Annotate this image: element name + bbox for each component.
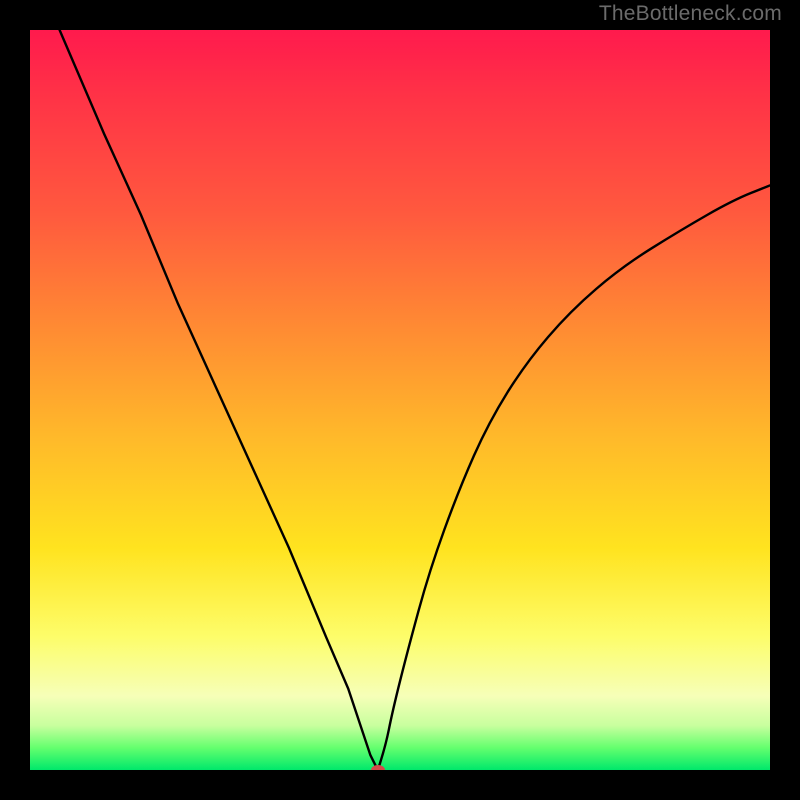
- watermark-text: TheBottleneck.com: [599, 2, 782, 26]
- curve-right-branch: [378, 185, 770, 770]
- chart-frame: TheBottleneck.com: [0, 0, 800, 800]
- bottleneck-curve: [30, 30, 770, 770]
- plot-area: [30, 30, 770, 770]
- curve-left-branch: [60, 30, 378, 770]
- minimum-marker: [371, 765, 385, 770]
